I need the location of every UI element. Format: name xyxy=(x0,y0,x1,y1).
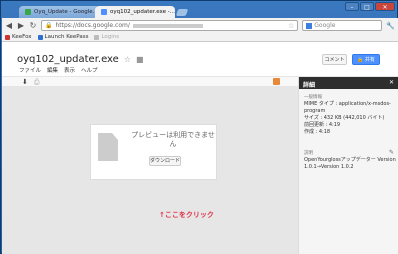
viewer-toolbar: ⬇ ⎙ xyxy=(2,77,298,87)
reload-icon[interactable]: ↻ xyxy=(29,21,37,30)
search-placeholder: Google xyxy=(314,22,336,29)
tab-oyq-update[interactable]: Oyq_Update - Google... ✕ xyxy=(19,6,99,18)
address-bar[interactable]: 🔒 https://docs.google.com/ ☆ xyxy=(41,20,299,31)
description-text: OpenYourglossアップデーター Version 1.0.1→Versi… xyxy=(304,157,396,170)
file-icon xyxy=(98,133,118,161)
back-icon[interactable]: ◀ xyxy=(5,21,13,30)
general-info-label: 一般情報 xyxy=(304,95,322,100)
maximize-button[interactable]: □ xyxy=(360,2,374,11)
page-title: oyq102_updater.exe ☆ ■ xyxy=(17,54,144,65)
url-text: https://docs.google.com/ xyxy=(55,22,130,29)
details-panel: 詳細 ✕ 一般情報 MIME タイプ : application/x-msdos… xyxy=(298,77,398,254)
no-preview-message: プレビューは利用できません xyxy=(131,131,215,148)
blurred-url xyxy=(132,23,203,28)
bookmark-launch-keepass[interactable]: Launch KeePass xyxy=(37,34,88,40)
created-time: 作成 : 4:18 xyxy=(304,129,331,135)
details-header: 詳細 ✕ xyxy=(299,77,398,89)
keepass-icon xyxy=(37,34,43,40)
folder-icon[interactable]: ■ xyxy=(136,55,144,64)
logins-icon xyxy=(94,34,100,40)
lock-icon: 🔒 xyxy=(357,57,364,63)
menu-edit[interactable]: 編集 xyxy=(47,66,58,74)
preview-area: プレビューは利用できません ダウンロード ↑ここをクリック xyxy=(2,87,298,254)
sheet-icon xyxy=(25,9,31,15)
browser-toolbar: ◀ ▶ ↻ 🔒 https://docs.google.com/ ☆ Googl… xyxy=(2,18,398,33)
tab-label: Oyq_Update - Google... xyxy=(34,9,98,15)
close-window-button[interactable]: ✕ xyxy=(375,2,395,11)
google-icon xyxy=(306,22,313,29)
forward-icon[interactable]: ▶ xyxy=(17,21,25,30)
download-button[interactable]: ダウンロード xyxy=(149,156,181,166)
tab-label: oyq102_updater.exe -... xyxy=(110,9,175,15)
share-button[interactable]: 🔒 共有 xyxy=(352,54,380,65)
lock-icon: 🔒 xyxy=(45,22,53,29)
comment-button[interactable]: コメント xyxy=(322,54,347,65)
window-controls: – □ ✕ xyxy=(345,2,395,11)
bookmark-keefox[interactable]: KeeFox xyxy=(5,34,32,40)
keefox-icon xyxy=(5,34,10,40)
search-box[interactable]: Google xyxy=(302,20,383,31)
last-modified: 前回更新 : 4:19 xyxy=(304,122,341,128)
click-here-annotation: ↑ここをクリック xyxy=(159,211,214,219)
browser-window: Oyq_Update - Google... ✕ oyq102_updater.… xyxy=(0,0,398,254)
wrench-icon[interactable]: 🔧 xyxy=(386,22,395,30)
open-with-icon[interactable] xyxy=(273,78,280,85)
tab-updater[interactable]: oyq102_updater.exe -... ✕ xyxy=(95,6,175,18)
mime-type: MIME タイプ : application/x-msdos-program xyxy=(304,101,391,114)
menu-bar: ファイル 編集 表示 ヘルプ xyxy=(19,66,98,74)
download-icon[interactable]: ⬇ xyxy=(22,78,28,86)
star-icon[interactable]: ☆ xyxy=(288,22,294,30)
file-size: サイズ : 432 KB (442,010 バイト) xyxy=(304,115,385,121)
preview-card: プレビューは利用できません ダウンロード xyxy=(90,124,217,180)
pencil-icon[interactable]: ✎ xyxy=(389,149,394,156)
menu-view[interactable]: 表示 xyxy=(64,66,75,74)
minimize-button[interactable]: – xyxy=(345,2,359,11)
menu-help[interactable]: ヘルプ xyxy=(81,66,98,74)
menu-file[interactable]: ファイル xyxy=(19,66,41,74)
bookmarks-bar: KeeFox Launch KeePass Logins xyxy=(2,33,398,42)
close-icon[interactable]: ✕ xyxy=(389,79,394,86)
new-tab-button[interactable] xyxy=(175,9,189,16)
print-icon[interactable]: ⎙ xyxy=(34,78,40,87)
tab-strip: Oyq_Update - Google... ✕ oyq102_updater.… xyxy=(1,1,398,18)
bookmark-logins[interactable]: Logins xyxy=(94,34,119,40)
description-label: 説明 xyxy=(304,151,313,156)
docs-page: oyq102_updater.exe ☆ ■ ファイル 編集 表示 ヘルプ コメ… xyxy=(2,42,398,254)
docs-icon xyxy=(101,9,107,15)
star-icon[interactable]: ☆ xyxy=(124,55,131,64)
